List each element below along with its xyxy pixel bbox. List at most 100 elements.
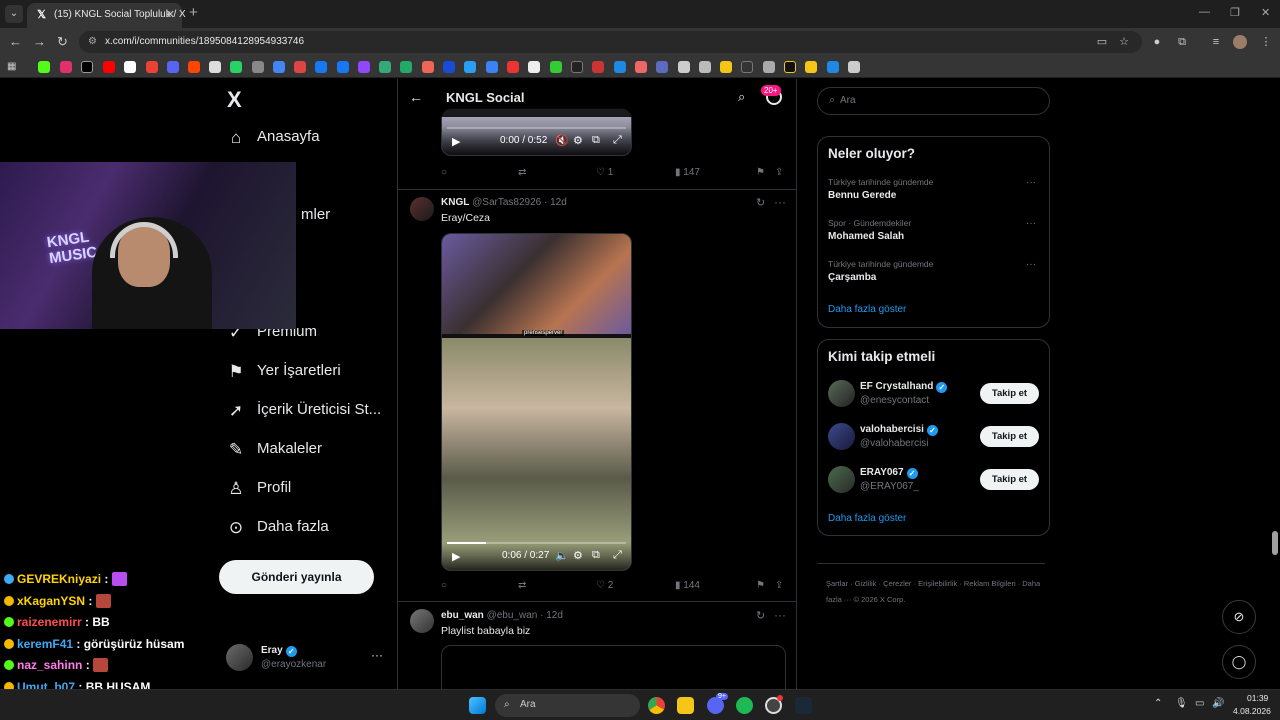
bookmark-x-icon[interactable] bbox=[81, 61, 93, 73]
taskbar-search[interactable]: ⌕ Ara bbox=[495, 694, 640, 717]
bookmark-icon[interactable] bbox=[273, 61, 285, 73]
fullscreen-icon[interactable]: ⤢ bbox=[613, 549, 622, 562]
chat-username[interactable]: xKaganYSN bbox=[17, 594, 85, 608]
reply-icon[interactable]: ○ bbox=[441, 580, 447, 591]
bookmark-icon[interactable] bbox=[592, 61, 604, 73]
show-more-link[interactable]: Daha fazla göster bbox=[828, 304, 906, 315]
bookmark-icon[interactable] bbox=[422, 61, 434, 73]
settings-icon[interactable]: ⚙ bbox=[573, 134, 583, 147]
extensions-puzzle-icon[interactable]: ⧉ bbox=[1175, 35, 1189, 49]
play-icon[interactable]: ▶ bbox=[452, 550, 460, 563]
windows-start-icon[interactable] bbox=[469, 697, 486, 714]
bookmark-icon[interactable] bbox=[507, 61, 519, 73]
window-close-icon[interactable]: ✕ bbox=[1261, 6, 1270, 19]
bookmark-reddit-icon[interactable] bbox=[188, 61, 200, 73]
volume-icon[interactable]: 🔊 bbox=[1212, 698, 1224, 709]
bookmark-gmail-icon[interactable] bbox=[146, 61, 158, 73]
maximize-icon[interactable]: ❐ bbox=[1230, 6, 1240, 19]
footer-links[interactable]: Şartlar · Gizlilik · Çerezler · Erişileb… bbox=[826, 576, 1046, 608]
chat-username[interactable]: keremF41 bbox=[17, 637, 73, 651]
bookmark-icon[interactable] bbox=[294, 61, 306, 73]
video-progress[interactable] bbox=[447, 542, 626, 544]
suggested-user-name[interactable]: ERAY067 ✓ bbox=[860, 467, 918, 479]
microphone-icon[interactable]: 🎙 bbox=[1175, 698, 1188, 709]
clock-time[interactable]: 01:39 bbox=[1247, 693, 1268, 703]
views-button[interactable]: ▮ 144 bbox=[675, 580, 700, 591]
like-button[interactable]: ♡ 1 bbox=[596, 167, 613, 178]
back-arrow-icon[interactable]: ← bbox=[9, 34, 22, 50]
bookmark-icon[interactable] bbox=[763, 61, 775, 73]
suggested-user-name[interactable]: EF Crystalhand ✓ bbox=[860, 381, 948, 393]
apps-grid-icon[interactable]: ▦ bbox=[7, 61, 19, 73]
bookmark-icon[interactable] bbox=[209, 61, 221, 73]
chat-username[interactable]: raizenemirr bbox=[17, 615, 82, 629]
author-handle[interactable]: @ebu_wan bbox=[487, 610, 538, 621]
reading-list-icon[interactable]: ≡ bbox=[1209, 35, 1223, 49]
tweet-time[interactable]: 12d bbox=[550, 197, 567, 208]
more-dots-icon[interactable]: ··· bbox=[1026, 218, 1036, 229]
video-player[interactable]: prensesperver ▶ 0:06 / 0:27 🔈 ⚙ ⧉ ⤢ bbox=[441, 233, 632, 571]
bookmark-youtube-icon[interactable] bbox=[103, 61, 115, 73]
avatar[interactable] bbox=[828, 466, 855, 493]
bookmark-icon[interactable] bbox=[635, 61, 647, 73]
x-logo-icon[interactable]: X bbox=[227, 87, 242, 113]
bookmark-whatsapp-icon[interactable] bbox=[230, 61, 242, 73]
bookmark-icon[interactable] bbox=[699, 61, 711, 73]
avatar[interactable] bbox=[410, 609, 434, 633]
reply-icon[interactable]: ○ bbox=[441, 167, 447, 178]
more-dots-icon[interactable]: ··· bbox=[1026, 259, 1036, 270]
author-handle[interactable]: @SarTas82926 bbox=[472, 197, 541, 208]
search-icon[interactable]: ⌕ bbox=[738, 89, 745, 105]
avatar[interactable] bbox=[828, 380, 855, 407]
bookmark-instagram-icon[interactable] bbox=[60, 61, 72, 73]
follow-button[interactable]: Takip et bbox=[980, 469, 1039, 490]
repost-icon[interactable]: ⇄ bbox=[518, 580, 526, 591]
author-name[interactable]: KNGL bbox=[441, 197, 469, 208]
chat-username[interactable]: GEVREKniyazi bbox=[17, 572, 101, 586]
site-info-icon[interactable]: ⚙ bbox=[88, 36, 97, 47]
avatar[interactable] bbox=[410, 197, 434, 221]
share-icon[interactable]: ⇪ bbox=[775, 167, 783, 178]
bookmark-icon[interactable] bbox=[678, 61, 690, 73]
bookmark-twitch-icon[interactable] bbox=[358, 61, 370, 73]
more-dots-icon[interactable]: ··· bbox=[1026, 177, 1036, 188]
bookmark-icon[interactable] bbox=[252, 61, 264, 73]
video-progress[interactable] bbox=[447, 127, 626, 129]
share-icon[interactable]: ⇪ bbox=[775, 580, 783, 591]
bookmark-google-icon[interactable] bbox=[124, 61, 136, 73]
chat-username[interactable]: Umut_b07 bbox=[17, 680, 75, 690]
community-note-icon[interactable]: ↻ bbox=[756, 609, 765, 622]
network-icon[interactable]: ▭ bbox=[1195, 698, 1204, 709]
more-dots-icon[interactable]: ··· bbox=[774, 608, 786, 622]
clock-date[interactable]: 4.08.2026 bbox=[1233, 706, 1271, 716]
repost-icon[interactable]: ⇄ bbox=[518, 167, 526, 178]
show-more-link[interactable]: Daha fazla göster bbox=[828, 513, 906, 524]
more-dots-icon[interactable]: ··· bbox=[774, 195, 786, 209]
chat-username[interactable]: naz_sahinn bbox=[17, 658, 82, 672]
reload-icon[interactable]: ↻ bbox=[57, 34, 68, 50]
file-explorer-icon[interactable] bbox=[677, 697, 694, 714]
volume-icon[interactable]: 🔈 bbox=[555, 549, 569, 562]
bookmark-icon[interactable] bbox=[464, 61, 476, 73]
views-button[interactable]: ▮ 147 bbox=[675, 167, 700, 178]
post-button[interactable]: Gönderi yayınla bbox=[219, 560, 374, 594]
follow-button[interactable]: Takip et bbox=[980, 383, 1039, 404]
bookmark-icon[interactable] bbox=[550, 61, 562, 73]
bookmark-icon[interactable] bbox=[784, 61, 796, 73]
grok-icon[interactable]: ⊘ bbox=[1222, 600, 1256, 634]
tweet-time[interactable]: 12d bbox=[546, 610, 563, 621]
bookmark-icon[interactable] bbox=[571, 61, 583, 73]
bookmark-icon[interactable] bbox=[486, 61, 498, 73]
bookmark-icon[interactable]: ⚑ bbox=[756, 167, 765, 178]
messages-icon[interactable]: ◯ bbox=[1222, 645, 1256, 679]
tray-overflow-icon[interactable]: ⌃ bbox=[1154, 698, 1162, 709]
spotify-icon[interactable] bbox=[736, 697, 753, 714]
extension-vpn-icon[interactable]: ● bbox=[1150, 35, 1164, 49]
bookmark-icon[interactable] bbox=[528, 61, 540, 73]
settings-icon[interactable]: ⚙ bbox=[573, 549, 583, 562]
author-name[interactable]: ebu_wan bbox=[441, 610, 484, 621]
bookmark-icon[interactable] bbox=[167, 61, 179, 73]
trend-item[interactable]: Bennu Gerede bbox=[828, 190, 896, 201]
media-container[interactable] bbox=[441, 645, 786, 689]
suggested-user-name[interactable]: valohabercisi ✓ bbox=[860, 424, 938, 436]
